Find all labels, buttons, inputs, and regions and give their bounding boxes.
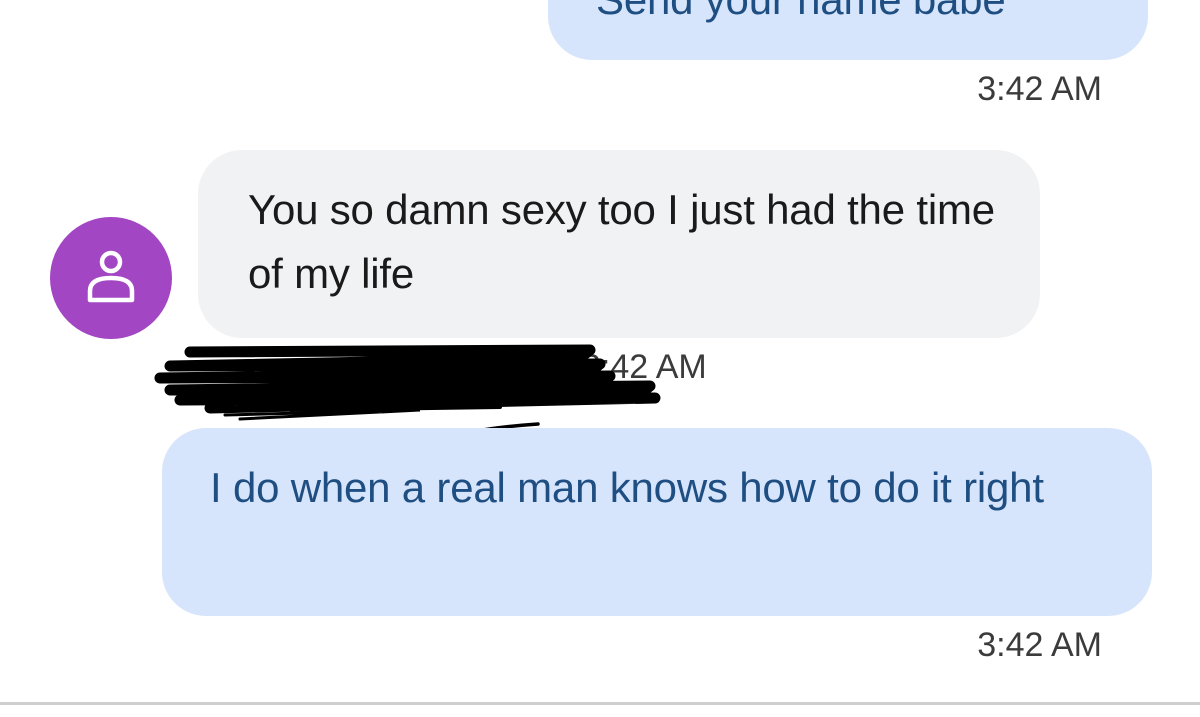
contact-avatar[interactable] — [50, 217, 172, 339]
composer-divider — [0, 702, 1200, 705]
message-timestamp: 3:42 AM — [977, 70, 1102, 108]
message-text: I do when a real man knows how to do it … — [210, 464, 1044, 511]
person-icon — [87, 250, 135, 303]
outgoing-message-bubble[interactable]: I do when a real man knows how to do it … — [162, 428, 1152, 616]
outgoing-message-bubble[interactable]: Send your name babe — [548, 0, 1148, 60]
message-text: Send your name babe — [596, 0, 1006, 32]
incoming-message-bubble[interactable]: You so damn sexy too I just had the time… — [198, 150, 1040, 338]
message-text: You so damn sexy too I just had the time… — [248, 186, 995, 297]
message-timestamp: 3:42 AM — [977, 626, 1102, 664]
